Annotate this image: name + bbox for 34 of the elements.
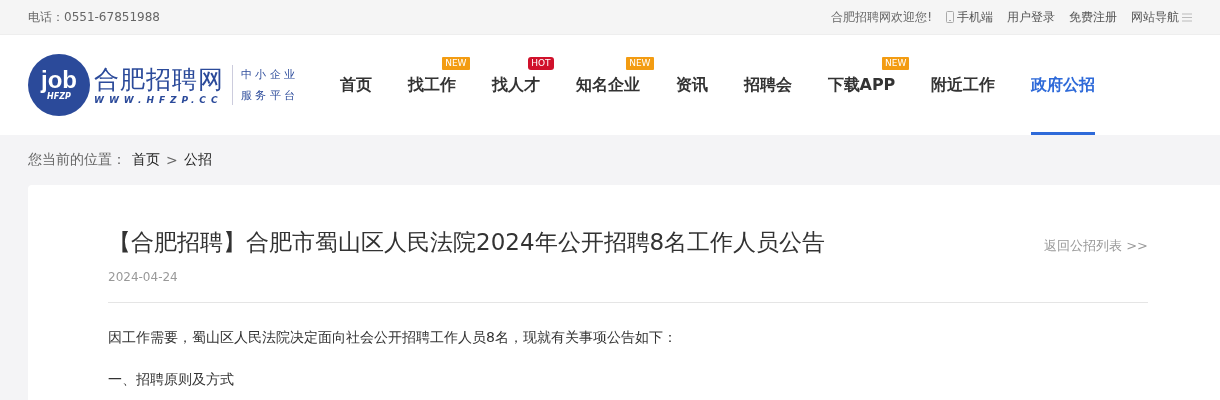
article-paragraph: 一、招聘原则及方式 — [108, 371, 235, 387]
nav-tab[interactable]: 知名企业 — [575, 75, 640, 95]
logo-badge: job HFZP — [28, 54, 90, 116]
breadcrumb-link[interactable]: 首页 — [132, 151, 160, 169]
article-date: 2024-04-24 — [108, 270, 178, 284]
nav-tab[interactable]: 找工作 — [407, 75, 456, 95]
nav-badge: NEW — [442, 57, 470, 70]
nav-tab[interactable]: 首页 — [339, 75, 372, 95]
nav-badge: NEW — [882, 57, 910, 70]
breadcrumb-label: 您当前的位置： — [28, 151, 126, 169]
logo-name: 合肥招聘网 — [94, 65, 224, 95]
top-link[interactable]: 免费注册 — [1069, 8, 1117, 26]
tagline: 中 小 企 业 — [241, 67, 296, 82]
nav-tab[interactable]: 招聘会 — [743, 75, 792, 95]
welcome-text: 合肥招聘网欢迎您! — [831, 8, 932, 26]
article-paragraph: 因工作需要，蜀山区人民法院决定面向社会公开招聘工作人员8名，现就有关事项公告如下： — [108, 329, 678, 345]
breadcrumb-link[interactable]: 公招 — [183, 151, 212, 169]
menu-icon[interactable] — [1182, 12, 1192, 22]
phone-number: 电话：0551-67851988 — [28, 8, 160, 26]
nav-tab[interactable]: 政府公招 — [1031, 75, 1096, 95]
nav-badge: HOT — [528, 57, 554, 70]
nav-tab[interactable]: 下载APP — [827, 75, 896, 95]
top-link[interactable]: 手机端 — [957, 8, 993, 26]
nav-tab[interactable]: 附近工作 — [931, 75, 996, 95]
top-link[interactable]: 用户登录 — [1007, 8, 1055, 26]
nav-badge: NEW — [626, 57, 654, 70]
top-link[interactable]: 网站导航 — [1131, 8, 1179, 26]
mobile-phone-icon — [946, 11, 954, 23]
article-title: 【合肥招聘】合肥市蜀山区人民法院2024年公开招聘8名工作人员公告 — [108, 228, 826, 257]
tagline: 服 务 平 台 — [241, 88, 296, 103]
nav-tab[interactable]: 资讯 — [675, 75, 708, 95]
breadcrumb-separator: > — [166, 152, 178, 168]
nav-tab[interactable]: 找人才 — [491, 75, 540, 95]
logo-url: WWW.HFZP.CC — [94, 95, 224, 105]
